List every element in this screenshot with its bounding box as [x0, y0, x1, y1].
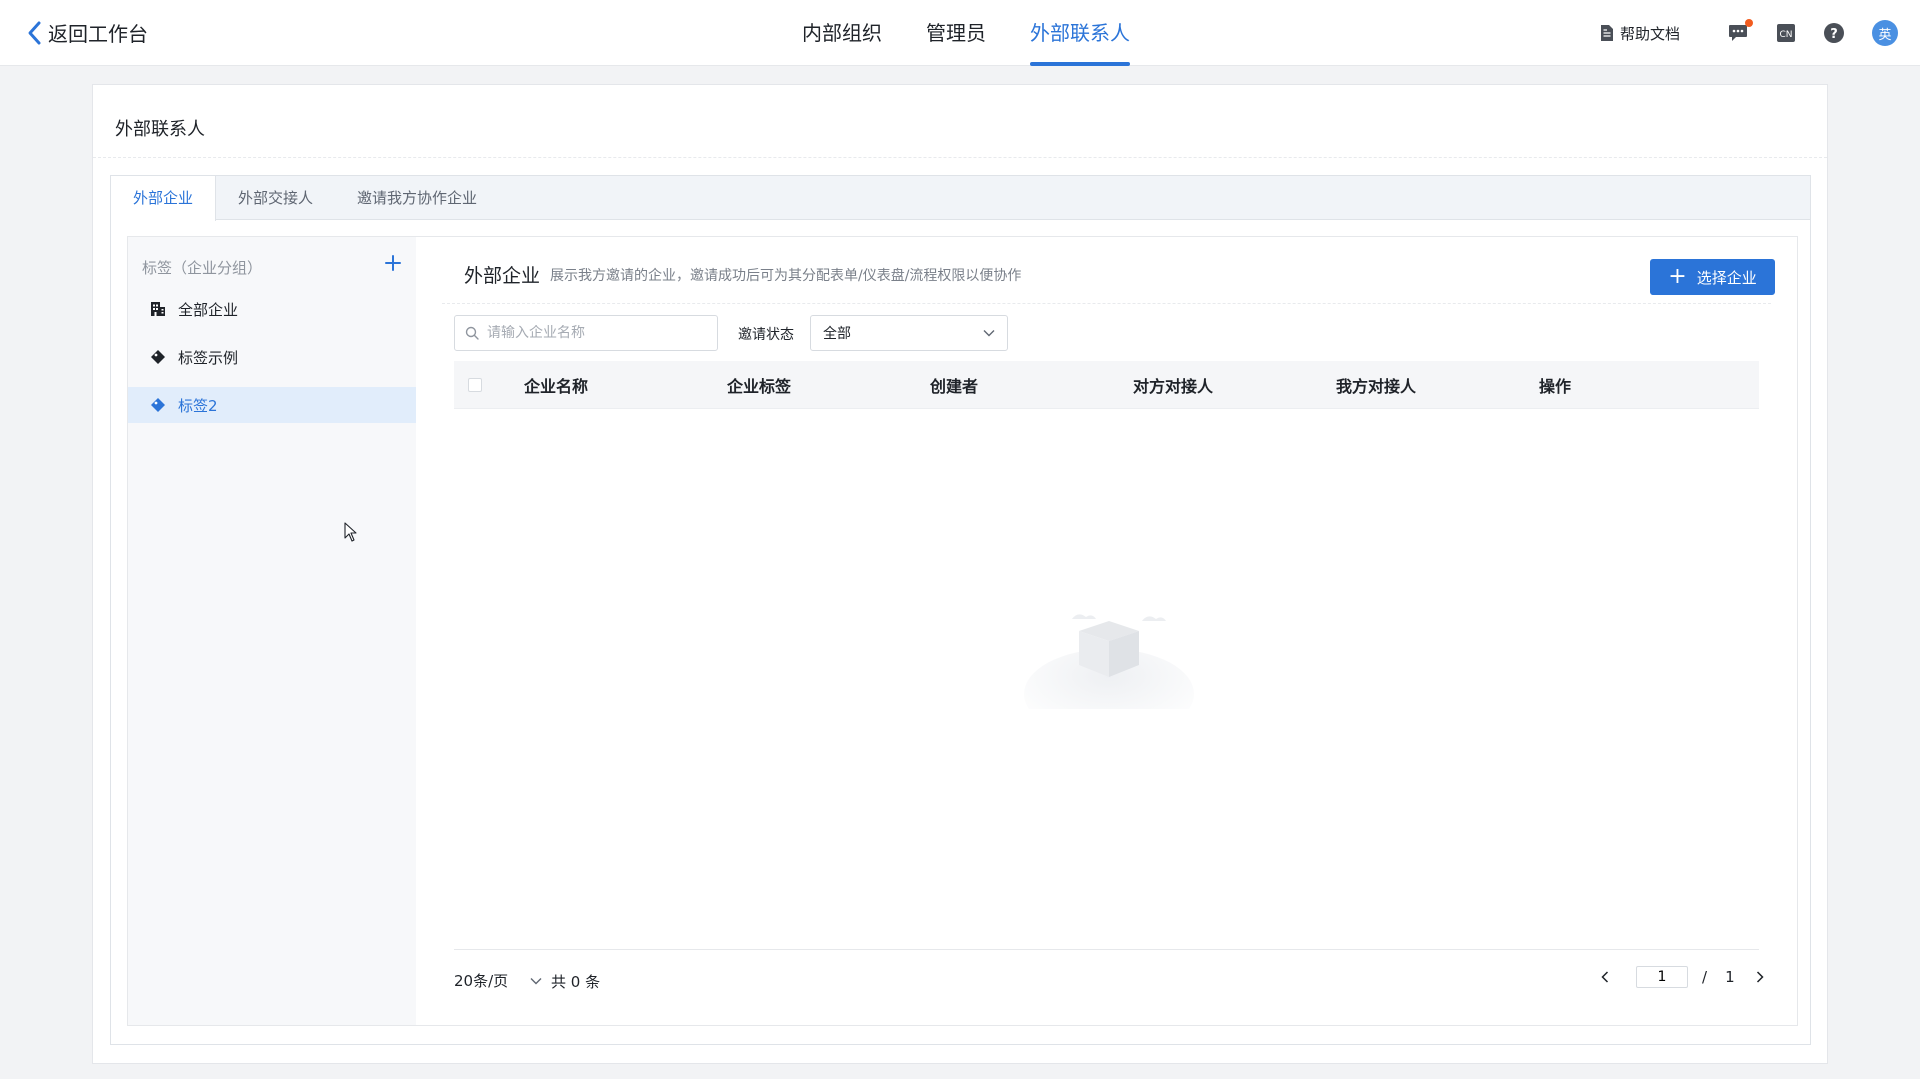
message-icon — [1729, 25, 1747, 41]
tab-panel: 标签（企业分组） 全部企业 标签示例 标签2 外部企业 展示我方邀请的企业，邀请… — [127, 236, 1798, 1026]
notification-dot — [1745, 19, 1753, 27]
tabs-container: 外部企业 外部交接人 邀请我方协作企业 标签（企业分组） 全部企业 标签示例 标… — [110, 175, 1811, 1045]
tag-icon — [151, 398, 165, 412]
svg-text:?: ? — [1830, 27, 1838, 42]
total-count: 共 0 条 — [551, 973, 601, 991]
back-to-workbench-link[interactable]: 返回工作台 — [26, 18, 148, 47]
top-nav: 内部组织 管理员 外部联系人 — [780, 0, 1152, 66]
tab-invite-collab-enterprises[interactable]: 邀请我方协作企业 — [335, 176, 499, 220]
next-page-button[interactable] — [1751, 968, 1769, 986]
mouse-cursor-icon — [344, 522, 357, 542]
select-enterprise-button[interactable]: + 选择企业 — [1650, 259, 1775, 295]
nav-external-contacts[interactable]: 外部联系人 — [1030, 0, 1130, 66]
page-separator: / — [1702, 968, 1708, 986]
language-button[interactable]: CN — [1774, 21, 1798, 45]
chevron-right-icon — [1756, 971, 1764, 983]
content-area: 外部企业 展示我方邀请的企业，邀请成功后可为其分配表单/仪表盘/流程权限以便协作… — [416, 237, 1797, 1025]
chevron-left-icon — [1601, 971, 1609, 983]
tab-bar: 外部企业 外部交接人 邀请我方协作企业 — [111, 176, 1810, 221]
sidebar-item-label: 标签示例 — [178, 348, 239, 367]
nav-internal-org[interactable]: 内部组织 — [802, 0, 882, 66]
prev-page-button[interactable] — [1596, 968, 1614, 986]
empty-box-illustration — [1024, 614, 1194, 709]
select-all-checkbox[interactable] — [468, 377, 482, 392]
main-card: 外部联系人 外部企业 外部交接人 邀请我方协作企业 标签（企业分组） 全部企业 … — [92, 84, 1828, 1064]
help-icon: ? — [1824, 23, 1844, 43]
top-right-tools: 帮助文档 CN ? 英 — [1600, 0, 1898, 66]
sidebar-item-all-enterprises[interactable]: 全部企业 — [128, 291, 416, 327]
building-icon — [151, 302, 165, 316]
search-icon — [465, 326, 479, 340]
select-enterprise-label: 选择企业 — [1696, 268, 1757, 287]
section-divider — [442, 303, 1771, 304]
tab-external-handover[interactable]: 外部交接人 — [216, 176, 335, 220]
nav-admin[interactable]: 管理员 — [926, 0, 986, 66]
table-header: 企业名称 企业标签 创建者 对方对接人 我方对接人 操作 — [454, 361, 1759, 409]
column-enterprise-name: 企业名称 — [524, 376, 589, 396]
sidebar-heading: 标签（企业分组） — [142, 259, 263, 277]
svg-text:CN: CN — [1779, 30, 1792, 40]
sidebar-item-label: 全部企业 — [178, 300, 239, 319]
chevron-down-icon — [530, 977, 542, 984]
top-bar: 返回工作台 内部组织 管理员 外部联系人 帮助文档 CN ? 英 — [0, 0, 1920, 66]
enterprise-search — [454, 315, 718, 351]
section-description: 展示我方邀请的企业，邀请成功后可为其分配表单/仪表盘/流程权限以便协作 — [550, 268, 1022, 284]
search-input[interactable] — [487, 325, 707, 341]
page-title: 外部联系人 — [115, 119, 205, 140]
user-avatar[interactable]: 英 — [1872, 20, 1898, 46]
chevron-down-icon — [983, 330, 995, 337]
page-size-value: 20条/页 — [454, 972, 509, 990]
page-size-select[interactable]: 20条/页 — [454, 970, 542, 991]
title-divider — [93, 157, 1827, 158]
pagination-divider — [454, 949, 1759, 950]
chevron-left-icon — [28, 21, 41, 44]
help-doc-link[interactable]: 帮助文档 — [1600, 23, 1680, 44]
plus-icon: + — [1668, 264, 1687, 289]
message-button[interactable] — [1726, 19, 1753, 45]
sidebar-item-tag-example[interactable]: 标签示例 — [128, 339, 416, 375]
sidebar-item-label: 标签2 — [178, 396, 218, 415]
invite-status-value: 全部 — [823, 326, 851, 342]
page-number-input[interactable] — [1636, 966, 1688, 988]
document-icon — [1600, 25, 1613, 41]
column-their-contact: 对方对接人 — [1133, 376, 1214, 396]
column-our-contact: 我方对接人 — [1336, 376, 1417, 396]
invite-status-label: 邀请状态 — [738, 327, 794, 343]
tag-icon — [151, 350, 165, 364]
add-tag-icon[interactable] — [383, 253, 403, 273]
help-button[interactable]: ? — [1822, 21, 1846, 45]
column-enterprise-tags: 企业标签 — [727, 376, 792, 396]
back-label: 返回工作台 — [48, 22, 148, 46]
total-pages: 1 — [1725, 968, 1735, 986]
tag-sidebar: 标签（企业分组） 全部企业 标签示例 标签2 — [128, 237, 416, 1025]
column-creator: 创建者 — [930, 376, 979, 396]
column-actions: 操作 — [1539, 376, 1572, 396]
tab-external-enterprises[interactable]: 外部企业 — [111, 176, 217, 221]
section-title: 外部企业 — [464, 265, 541, 287]
help-doc-label: 帮助文档 — [1619, 24, 1680, 43]
language-icon: CN — [1777, 24, 1795, 42]
pager: / 1 — [1596, 966, 1769, 988]
sidebar-item-tag2[interactable]: 标签2 — [128, 387, 416, 423]
invite-status-select[interactable]: 全部 — [810, 315, 1008, 351]
